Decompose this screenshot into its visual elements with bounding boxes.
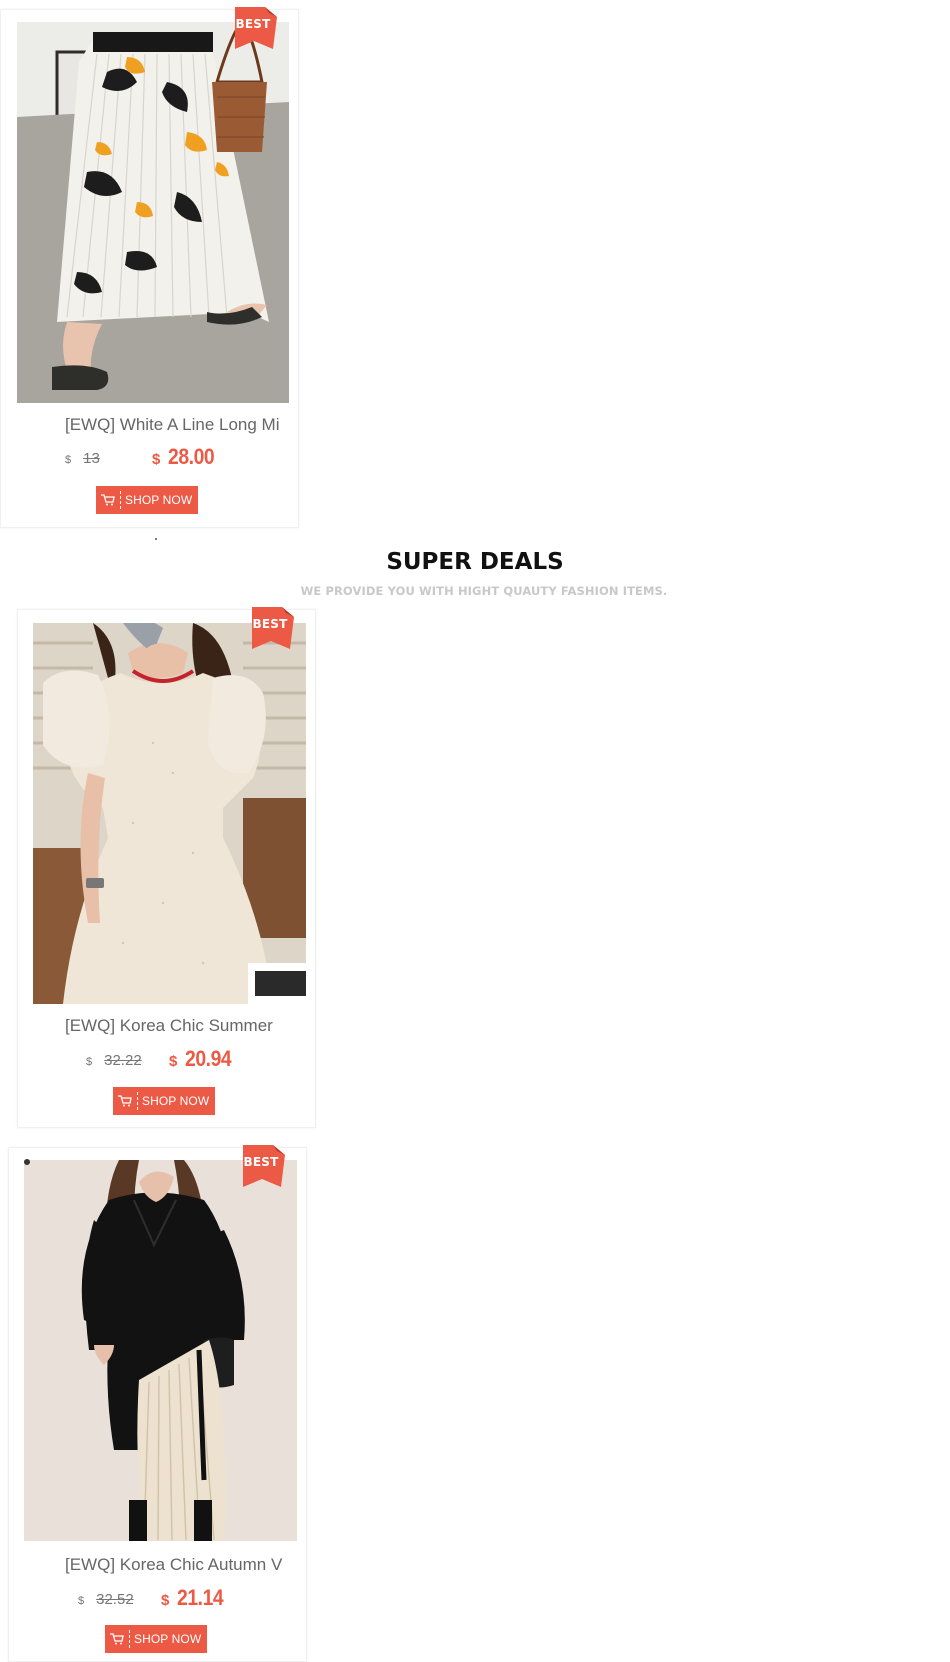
product-card[interactable]: BEST [EWQ] Korea Chic Summer $32.22 $20.…	[17, 607, 316, 1128]
product-image-puff-sleeve-dress[interactable]	[33, 623, 306, 1004]
shop-now-button[interactable]: SHOP NOW	[96, 486, 198, 514]
product-title[interactable]: [EWQ] White A Line Long Mi	[65, 415, 285, 435]
product-card[interactable]: BEST [EWQ] White A Line Long Mi $13 $28.…	[0, 7, 299, 528]
shop-now-button[interactable]: SHOP NOW	[105, 1625, 207, 1653]
best-badge: BEST	[243, 1145, 285, 1187]
sale-price: $20.94	[169, 1046, 232, 1071]
cart-icon	[96, 486, 120, 514]
original-price: $32.52	[78, 1591, 134, 1608]
section-subtitle: WE PROVIDE YOU WITH HIGHT QUAUTY FASHION…	[300, 584, 668, 598]
button-divider	[137, 1092, 138, 1110]
decor-dot	[155, 538, 157, 540]
best-badge: BEST	[252, 607, 294, 649]
cart-icon	[105, 1625, 129, 1653]
original-price: $13	[65, 450, 100, 467]
decor-dot	[24, 1159, 30, 1165]
shop-now-label: SHOP NOW	[125, 493, 193, 507]
shop-now-label: SHOP NOW	[142, 1094, 210, 1108]
product-title[interactable]: [EWQ] Korea Chic Summer	[65, 1016, 295, 1036]
sale-price: $28.00	[152, 444, 215, 469]
shop-now-label: SHOP NOW	[134, 1632, 202, 1646]
button-divider	[129, 1630, 130, 1648]
product-card[interactable]: BEST [EWQ] Korea Chic Autumn V $32.52 $2…	[8, 1145, 307, 1662]
cart-icon	[113, 1087, 137, 1115]
product-title[interactable]: [EWQ] Korea Chic Autumn V	[65, 1555, 295, 1575]
best-badge: BEST	[235, 7, 277, 49]
section-title: SUPER DEALS	[386, 549, 564, 575]
original-price: $32.22	[86, 1052, 142, 1069]
button-divider	[120, 491, 121, 509]
sale-price: $21.14	[161, 1585, 224, 1610]
product-image-wrap-top-pleated-skirt[interactable]	[24, 1160, 297, 1541]
shop-now-button[interactable]: SHOP NOW	[113, 1087, 215, 1115]
product-image-pleated-skirt[interactable]	[17, 22, 289, 403]
